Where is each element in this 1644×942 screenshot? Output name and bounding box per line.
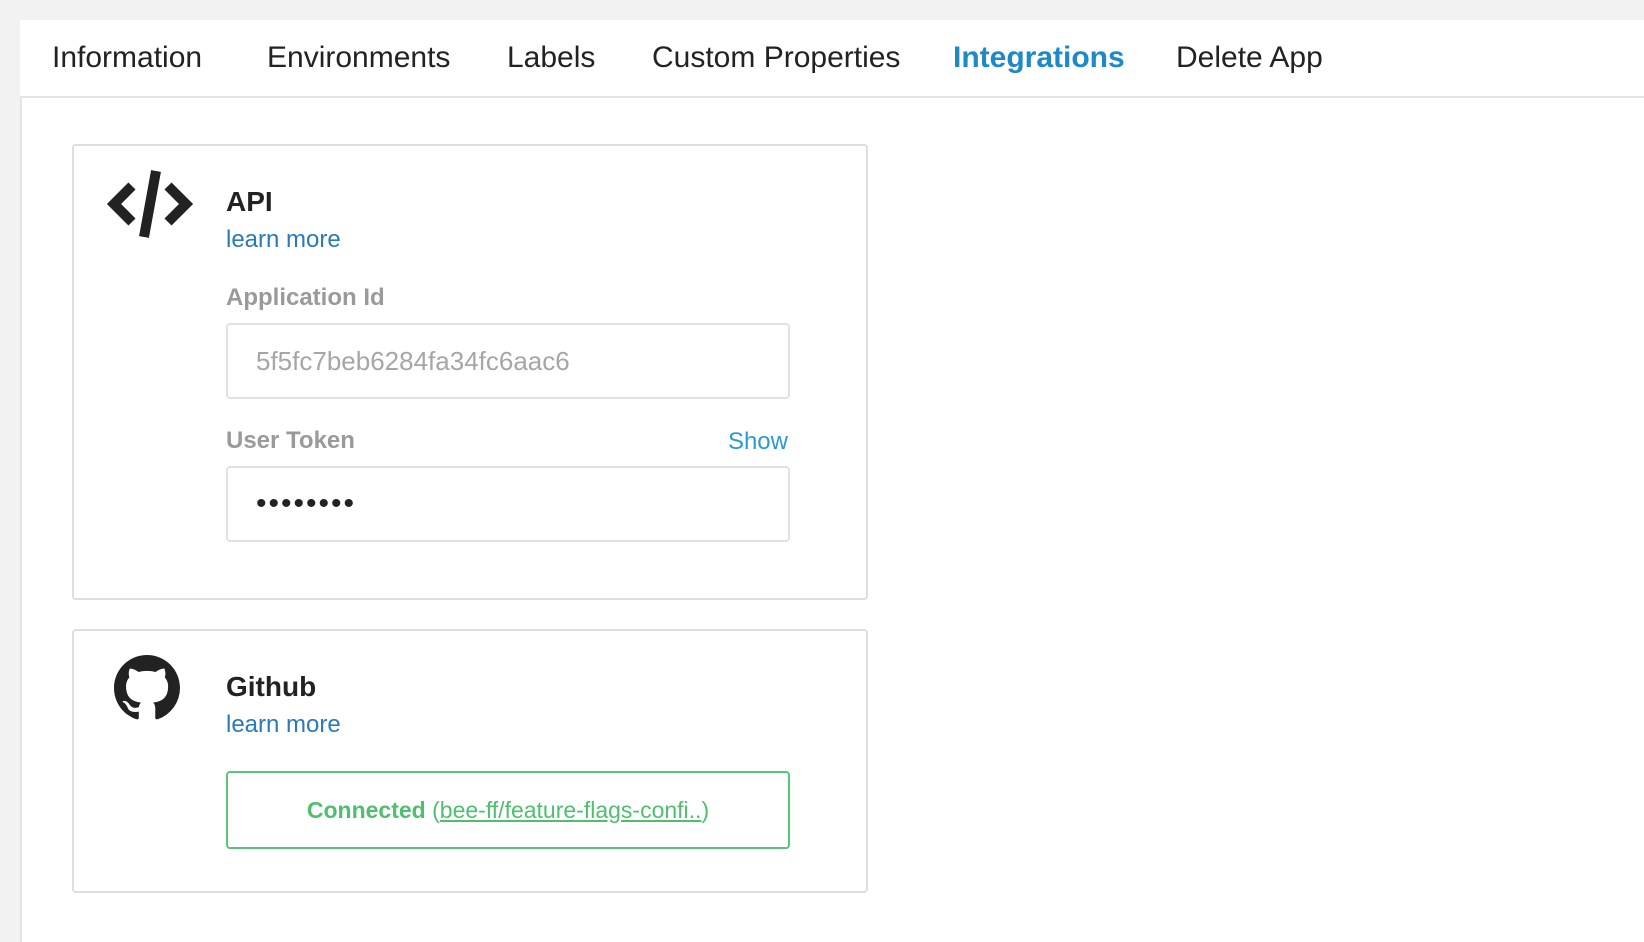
tab-labels[interactable]: Labels [507, 40, 595, 76]
api-learn-more-link[interactable]: learn more [226, 226, 341, 254]
github-connection-status[interactable]: Connected (bee-ff/feature-flags-confi..) [226, 771, 790, 849]
tab-environments[interactable]: Environments [267, 40, 450, 76]
tab-custom-properties[interactable]: Custom Properties [652, 40, 900, 76]
open-paren: ( [425, 797, 440, 823]
application-id-field[interactable] [226, 323, 790, 399]
settings-panel: Information Environments Labels Custom P… [20, 20, 1644, 942]
tab-delete-app[interactable]: Delete App [1176, 40, 1323, 76]
user-token-label: User Token [226, 427, 355, 454]
api-title: API [226, 186, 273, 217]
integrations-content: API learn more Application Id User Token… [20, 98, 1644, 942]
github-icon [114, 655, 180, 726]
connected-status-text: Connected [306, 797, 426, 823]
github-integration-card: Github learn more Connected (bee-ff/feat… [72, 629, 868, 893]
tab-integrations[interactable]: Integrations [953, 40, 1125, 76]
application-id-label: Application Id [226, 284, 385, 311]
github-title: Github [226, 671, 317, 702]
github-repo-link[interactable]: bee-ff/feature-flags-confi.. [440, 797, 702, 823]
github-learn-more-link[interactable]: learn more [226, 711, 341, 739]
api-integration-card: API learn more Application Id User Token… [72, 144, 868, 600]
tab-bar: Information Environments Labels Custom P… [20, 20, 1644, 98]
tab-information[interactable]: Information [52, 40, 202, 76]
show-token-link[interactable]: Show [728, 428, 788, 456]
code-icon [106, 168, 194, 245]
close-paren: ) [701, 797, 710, 823]
user-token-field[interactable] [226, 466, 790, 542]
